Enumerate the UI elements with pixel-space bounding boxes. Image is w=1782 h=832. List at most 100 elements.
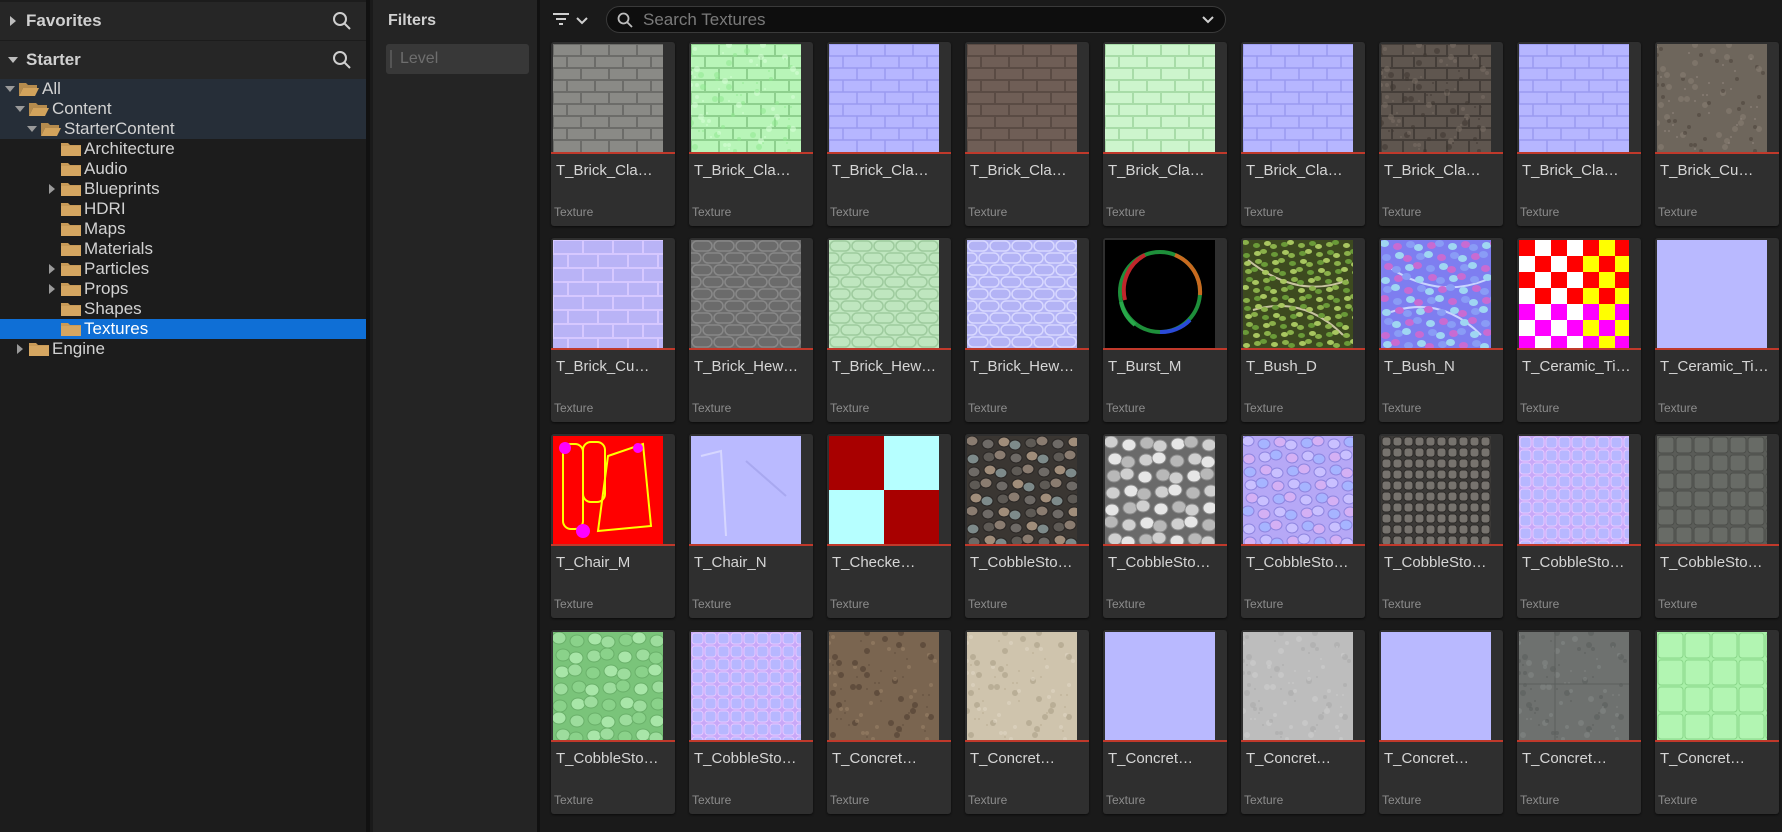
asset-type: Texture [554,793,594,807]
asset-type: Texture [1520,793,1560,807]
asset-type-color-bar [689,740,813,742]
tree-item[interactable]: Textures [0,319,366,339]
asset-name: T_Brick_Cla… [694,162,791,179]
asset-type-color-bar [965,348,1089,350]
chevron-right-icon[interactable] [0,15,26,27]
asset-name: T_Brick_Cla… [970,162,1067,179]
chevron-right-icon[interactable] [46,259,58,279]
asset-type-color-bar [551,544,675,546]
texture-thumbnail [967,436,1077,544]
asset-tile[interactable]: T_CobbleSto… Texture [1655,434,1779,618]
asset-tile[interactable]: T_CobbleSto… Texture [1241,434,1365,618]
asset-tile[interactable]: T_Brick_Cla… Texture [1103,42,1227,226]
folder-icon [60,301,82,317]
asset-tile[interactable]: T_Concret… Texture [1517,630,1641,814]
asset-tile[interactable]: T_CobbleSto… Texture [965,434,1089,618]
chevron-down-icon[interactable] [14,99,26,119]
tree-item[interactable]: Content [0,99,366,119]
asset-tile[interactable]: T_CobbleSto… Texture [551,630,675,814]
asset-tile[interactable]: T_Ceramic_Ti… Texture [1655,238,1779,422]
tree-item[interactable]: Materials [0,239,366,259]
asset-tile[interactable]: T_Brick_Cla… Texture [827,42,951,226]
search-textures-box[interactable] [606,6,1226,33]
chevron-down-icon[interactable] [26,119,38,139]
chevron-right-icon[interactable] [14,339,26,359]
asset-tile[interactable]: T_Concret… Texture [1379,630,1503,814]
asset-name: T_Brick_Cla… [1246,162,1343,179]
asset-tile[interactable]: T_CobbleSto… Texture [1517,434,1641,618]
search-icon[interactable] [332,11,352,36]
asset-tile[interactable]: T_Concret… Texture [827,630,951,814]
asset-tile[interactable]: T_Brick_Hew… Texture [827,238,951,422]
tree-item[interactable]: All [0,79,366,99]
tree-item[interactable]: Architecture [0,139,366,159]
tree-item[interactable]: HDRI [0,199,366,219]
tree-item[interactable]: Blueprints [0,179,366,199]
asset-type-color-bar [1379,740,1503,742]
favorites-header[interactable]: Favorites [0,2,366,40]
asset-tile[interactable]: T_Brick_Cla… Texture [551,42,675,226]
level-filter[interactable]: Level [386,44,529,74]
asset-type: Texture [554,205,594,219]
asset-type-color-bar [1517,740,1641,742]
asset-name: T_Concret… [1384,750,1470,767]
tree-item[interactable]: Particles [0,259,366,279]
search-icon[interactable] [332,50,352,75]
asset-tile[interactable]: T_Brick_Hew… Texture [965,238,1089,422]
asset-tile[interactable]: T_Brick_Cla… Texture [1517,42,1641,226]
tree-item[interactable]: StarterContent [0,119,366,139]
asset-tile[interactable]: T_Bush_D Texture [1241,238,1365,422]
asset-type-color-bar [1241,152,1365,154]
texture-thumbnail [553,44,663,152]
asset-tile[interactable]: T_Burst_M Texture [1103,238,1227,422]
asset-tile[interactable]: T_Chair_M Texture [551,434,675,618]
asset-tile[interactable]: T_Chair_N Texture [689,434,813,618]
tree-item-label: Shapes [84,299,142,318]
texture-thumbnail [1519,240,1629,348]
starter-header[interactable]: Starter [0,41,366,79]
asset-tile[interactable]: T_Brick_Cu… Texture [551,238,675,422]
asset-tile[interactable]: T_Brick_Cla… Texture [1379,42,1503,226]
asset-type-color-bar [1379,152,1503,154]
tree-item[interactable]: Engine [0,339,366,359]
asset-tile[interactable]: T_Brick_Cla… Texture [965,42,1089,226]
tree-item-label: Engine [52,339,105,358]
asset-tile[interactable]: T_Concret… Texture [965,630,1089,814]
asset-type: Texture [830,597,870,611]
asset-type: Texture [1658,597,1698,611]
tree-item-label: HDRI [84,199,126,218]
asset-name: T_CobbleSto… [1246,554,1349,571]
asset-tile[interactable]: T_Checke… Texture [827,434,951,618]
asset-type: Texture [1106,401,1146,415]
tree-item[interactable]: Shapes [0,299,366,319]
search-input[interactable] [641,8,1185,31]
tree-item[interactable]: Maps [0,219,366,239]
asset-tile[interactable]: T_Ceramic_Ti… Texture [1517,238,1641,422]
asset-tile[interactable]: T_Concret… Texture [1655,630,1779,814]
chevron-down-icon[interactable] [1201,13,1215,31]
asset-type: Texture [968,205,1008,219]
tree-item[interactable]: Props [0,279,366,299]
filter-button[interactable] [552,10,594,32]
asset-tile[interactable]: T_CobbleSto… Texture [689,630,813,814]
chevron-down-icon[interactable] [0,55,26,65]
asset-tile[interactable]: T_Brick_Cla… Texture [689,42,813,226]
asset-tile[interactable]: T_Brick_Cla… Texture [1241,42,1365,226]
asset-tile[interactable]: T_Brick_Cu… Texture [1655,42,1779,226]
asset-tile[interactable]: T_Bush_N Texture [1379,238,1503,422]
chevron-down-icon[interactable] [4,79,16,99]
chevron-right-icon[interactable] [46,179,58,199]
asset-tile[interactable]: T_Concret… Texture [1241,630,1365,814]
asset-tile[interactable]: T_Concret… Texture [1103,630,1227,814]
asset-tile[interactable]: T_CobbleSto… Texture [1379,434,1503,618]
tree-item[interactable]: Audio [0,159,366,179]
texture-thumbnail [1105,436,1215,544]
asset-type: Texture [1244,401,1284,415]
asset-tile[interactable]: T_Brick_Hew… Texture [689,238,813,422]
panel-splitter[interactable] [366,0,370,832]
asset-type-color-bar [1103,544,1227,546]
asset-name: T_CobbleSto… [694,750,797,767]
chevron-right-icon[interactable] [46,279,58,299]
asset-tile[interactable]: T_CobbleSto… Texture [1103,434,1227,618]
asset-name: T_Bush_N [1384,358,1455,375]
